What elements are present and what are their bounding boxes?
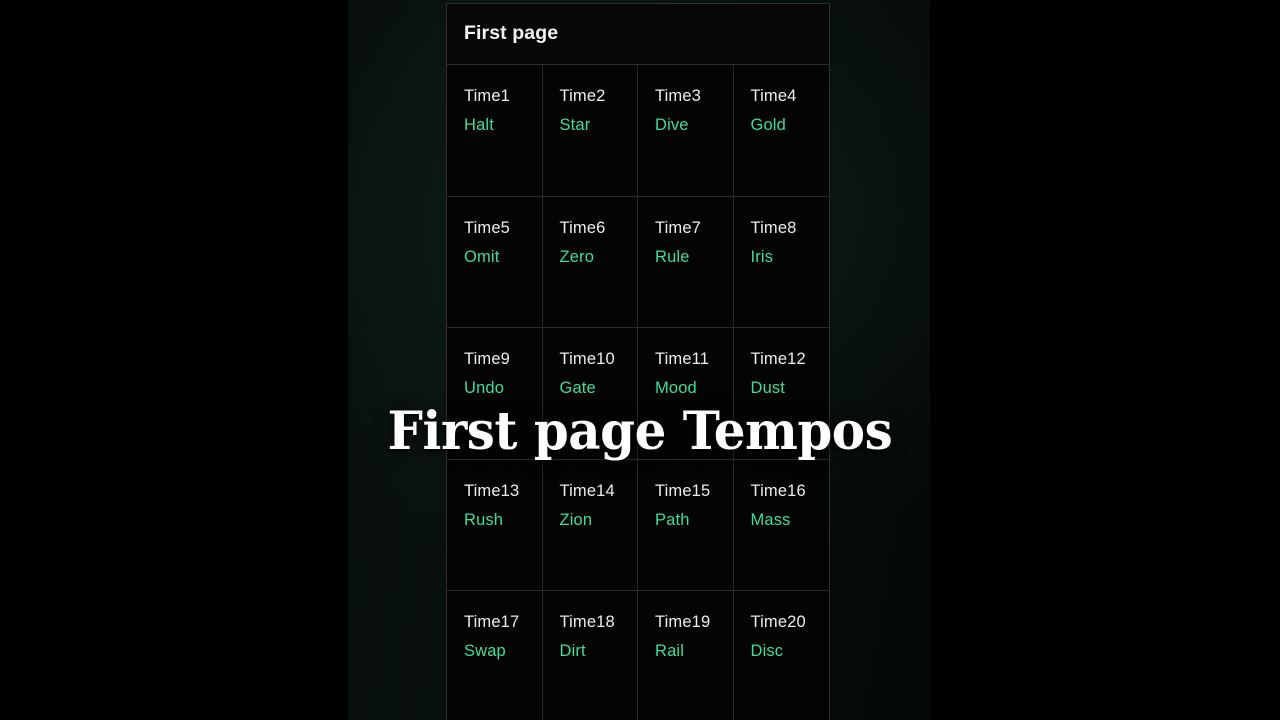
tempo-cell[interactable]: Time5 Omit <box>447 196 543 328</box>
tempo-cell[interactable]: Time15 Path <box>638 459 734 591</box>
tempo-cell-label: Time17 <box>464 613 520 631</box>
tempo-cell-label: Time1 <box>464 87 510 105</box>
tempo-cell[interactable]: Time6 Zero <box>542 196 638 328</box>
tempo-cell-value: Path <box>655 510 690 529</box>
tempo-cell[interactable]: Time18 Dirt <box>542 591 638 720</box>
tempo-cell[interactable]: Time14 Zion <box>542 459 638 591</box>
tempo-cell-label: Time13 <box>464 481 520 500</box>
tempo-cell-value: Rail <box>655 642 685 661</box>
tempo-cell-value: Zion <box>559 510 593 529</box>
tempo-cell-value: Gate <box>559 379 596 398</box>
tempo-cell-label: Time2 <box>559 87 606 105</box>
tempo-cell-label: Time6 <box>559 218 606 237</box>
tempo-cell-label: Time20 <box>750 613 806 631</box>
tempo-cell-value: Mass <box>750 510 791 529</box>
tempo-cell[interactable]: Time8 Iris <box>733 196 829 328</box>
tempo-cell-value: Star <box>559 116 591 135</box>
tempo-cell-value: Rule <box>655 247 690 266</box>
tempo-cell-label: Time10 <box>559 350 615 368</box>
tempo-cell[interactable]: Time20 Disc <box>733 591 829 720</box>
tempo-cell-label: Time16 <box>750 481 806 500</box>
tempo-cell-label: Time3 <box>655 87 701 105</box>
tempo-cell-value: Gold <box>750 116 786 135</box>
tempo-cell-value: Dust <box>750 379 786 398</box>
tempo-cell[interactable]: Time11 Mood <box>638 328 734 460</box>
first-page-card: First page Time1 Halt Time2 Star Time3 Dive Ti… <box>446 3 830 720</box>
tempo-cell-value: Disc <box>750 642 784 661</box>
card-header: First page <box>447 4 829 65</box>
tempo-cell[interactable]: Time16 Mass <box>733 459 829 591</box>
tempo-cell[interactable]: Time10 Gate <box>542 328 638 460</box>
tempo-cell-value: Iris <box>750 247 774 266</box>
tempo-cell[interactable]: Time1 Halt <box>447 65 543 197</box>
tempo-cell-value: Mood <box>655 379 697 398</box>
tempo-grid: Time1 Halt Time2 Star Time3 Dive Time4 Gold Time… <box>447 65 829 720</box>
tempo-cell-value: Zero <box>559 247 595 266</box>
tempo-cell[interactable]: Time9 Undo <box>447 328 543 460</box>
tempo-cell-label: Time4 <box>750 87 797 105</box>
tempo-cell[interactable]: Time7 Rule <box>638 196 734 328</box>
tempo-cell[interactable]: Time19 Rail <box>638 591 734 720</box>
tempo-cell-value: Omit <box>464 247 500 266</box>
tempo-cell-label: Time14 <box>559 481 615 500</box>
tempo-cell-label: Time19 <box>655 613 711 631</box>
tempo-cell[interactable]: Time12 Dust <box>733 328 829 460</box>
page-title: First page <box>464 22 559 45</box>
tempo-cell-label: Time11 <box>655 350 710 368</box>
tempo-cell[interactable]: Time2 Star <box>542 65 638 197</box>
tempo-cell-value: Rush <box>464 510 504 529</box>
tempo-cell[interactable]: Time13 Rush <box>447 459 543 591</box>
tempo-cell[interactable]: Time17 Swap <box>447 591 543 720</box>
tempo-cell-label: Time8 <box>750 218 797 237</box>
tempo-cell-label: Time18 <box>559 613 615 631</box>
tempo-cell-value: Dive <box>655 116 689 135</box>
tempo-cell-label: Time5 <box>464 218 510 237</box>
tempo-cell-label: Time9 <box>464 350 510 368</box>
tempo-cell-value: Swap <box>464 642 506 661</box>
tempo-cell[interactable]: Time3 Dive <box>638 65 734 197</box>
tempo-cell-value: Undo <box>464 379 505 398</box>
tempo-cell-label: Time12 <box>750 350 806 368</box>
screen-stage: First page Time1 Halt Time2 Star Time3 Dive Ti… <box>0 0 1280 720</box>
tempo-cell-value: Dirt <box>559 642 586 661</box>
tempo-cell[interactable]: Time4 Gold <box>733 65 829 197</box>
tempo-cell-value: Halt <box>464 116 494 135</box>
tempo-cell-label: Time7 <box>655 218 701 237</box>
tempo-cell-label: Time15 <box>655 481 711 500</box>
